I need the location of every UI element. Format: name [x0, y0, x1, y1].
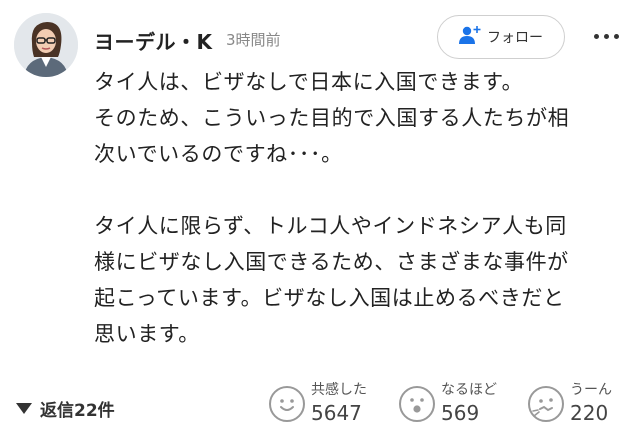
- surprised-face-icon: [399, 385, 435, 422]
- reaction-agree[interactable]: 共感した 5647: [269, 382, 367, 426]
- more-dot: [593, 33, 599, 39]
- reaction-count: 220: [570, 401, 609, 426]
- replies-label: 返信22件: [40, 401, 115, 421]
- confused-face-icon: [528, 385, 564, 422]
- post-line: 次いでいるのですね･･･。: [94, 142, 343, 166]
- follow-button[interactable]: フォロー: [437, 15, 565, 59]
- post-line: そのため、こういった目的で入国する人たちが相: [94, 106, 570, 130]
- more-dot: [603, 33, 609, 39]
- reaction-label: うーん: [570, 382, 612, 398]
- post-line: 様にビザなし入国できるため、さまざまな事件が: [94, 250, 569, 274]
- post-line: タイ人は、ビザなしで日本に入国できます。: [94, 70, 524, 94]
- add-user-icon: [459, 25, 481, 49]
- smile-face-icon: [269, 385, 305, 422]
- user-name[interactable]: ヨーデル・K: [94, 26, 213, 55]
- post-line: 思います。: [94, 322, 200, 346]
- more-options-button[interactable]: [588, 26, 624, 46]
- reaction-count: 5647: [311, 401, 362, 426]
- post-line: タイ人に限らず、トルコ人やインドネシア人も同: [94, 214, 567, 238]
- post-body: タイ人は、ビザなしで日本に入国できます。 そのため、こういった目的で入国する人た…: [94, 64, 624, 352]
- replies-toggle[interactable]: 返信22件: [16, 396, 115, 421]
- avatar[interactable]: [14, 13, 78, 77]
- more-dot: [613, 33, 619, 39]
- reaction-label: なるほど: [441, 382, 497, 398]
- user-avatar-icon: [14, 13, 78, 77]
- post-timestamp: 3時間前: [226, 31, 281, 49]
- post-line: 起こっています。ビザなし入国は止めるべきだと: [94, 286, 565, 310]
- reaction-hmm[interactable]: うーん 220: [528, 382, 612, 426]
- reaction-insightful[interactable]: なるほど 569: [399, 382, 497, 426]
- caret-down-icon: [16, 403, 32, 414]
- reaction-label: 共感した: [311, 382, 367, 398]
- follow-label: フォロー: [487, 30, 543, 46]
- reaction-count: 569: [441, 401, 480, 426]
